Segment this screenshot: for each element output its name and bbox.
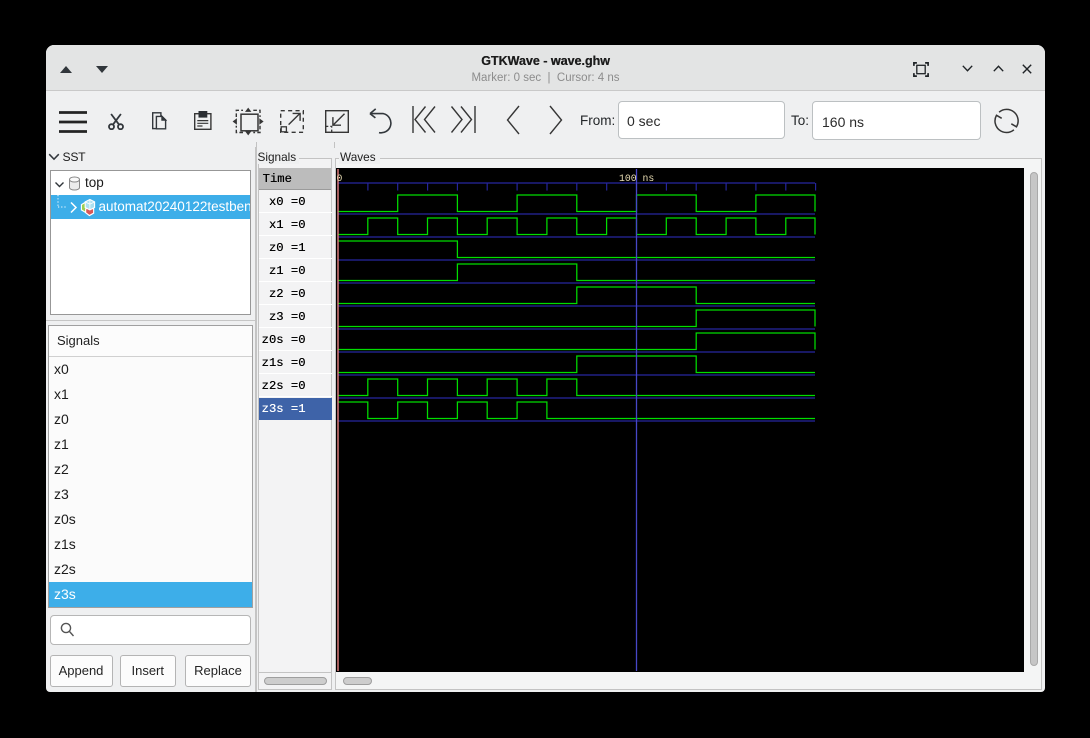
svg-text:100 ns: 100 ns xyxy=(619,173,654,184)
svg-text:0: 0 xyxy=(337,173,343,184)
